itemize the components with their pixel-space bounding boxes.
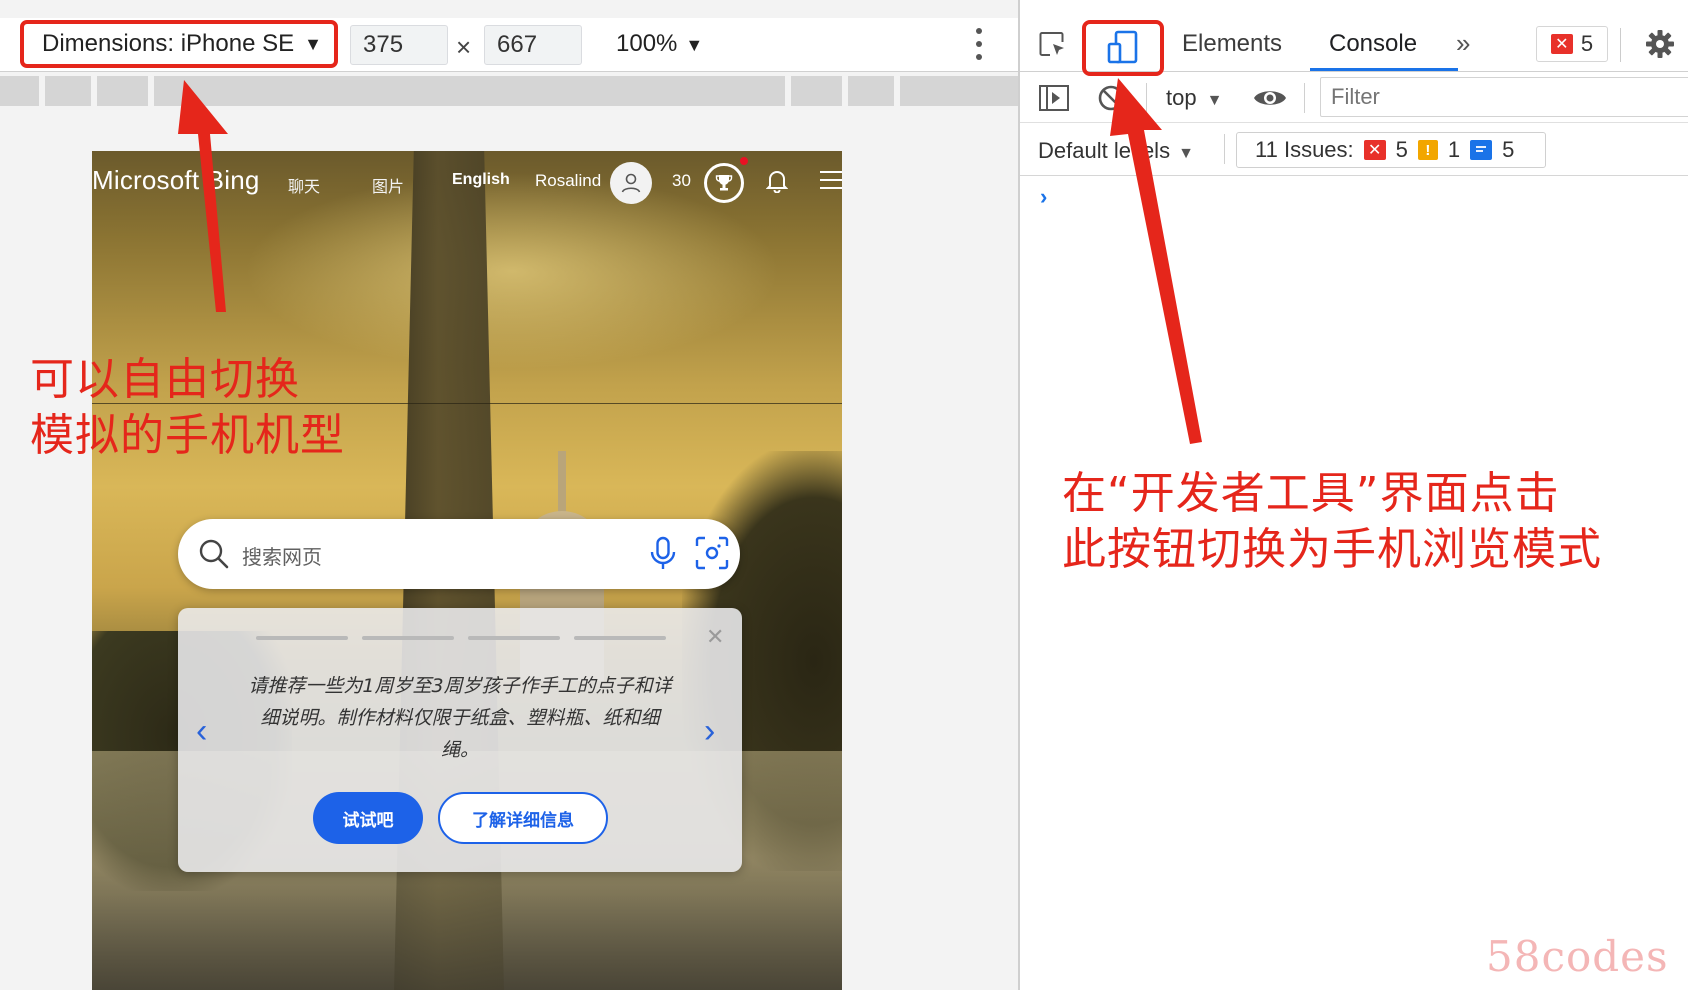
- console-toolbar: top ▼: [1020, 73, 1688, 123]
- bing-header: Microsoft Bing 聊天 图片 English Rosalind 30: [92, 151, 842, 207]
- device-toolbar-toggle[interactable]: [1082, 20, 1164, 76]
- device-dimensions-select[interactable]: Dimensions: iPhone SE ▼: [20, 20, 338, 68]
- media-query-ruler[interactable]: [0, 76, 1018, 106]
- error-count: 5: [1580, 31, 1594, 56]
- eye-icon[interactable]: [1252, 83, 1288, 118]
- avatar-icon[interactable]: [610, 162, 652, 204]
- warning-icon: !: [1417, 140, 1438, 160]
- annotation-right-line1: 在“开发者工具”界面点击: [1062, 468, 1560, 519]
- language-link[interactable]: English: [452, 171, 510, 189]
- more-options-icon[interactable]: [972, 28, 986, 60]
- issues-label: 11 Issues:: [1255, 137, 1354, 162]
- context-selector[interactable]: top ▼: [1166, 85, 1222, 111]
- rewards-points[interactable]: 30: [672, 171, 691, 191]
- bell-icon[interactable]: [765, 169, 789, 198]
- times-separator: ×: [456, 32, 472, 62]
- zoom-select[interactable]: 100% ▼: [616, 30, 703, 58]
- annotation-left-line1: 可以自由切换: [30, 354, 300, 405]
- sidebar-icon[interactable]: [1038, 83, 1070, 118]
- context-label: top: [1166, 85, 1197, 110]
- gear-icon[interactable]: [1644, 28, 1676, 65]
- issues-info-count: 5: [1502, 137, 1515, 162]
- chevron-down-icon: ▼: [685, 35, 704, 55]
- carousel-progress: [256, 636, 666, 640]
- inspect-element-icon[interactable]: [1038, 30, 1068, 65]
- log-levels-label: Default levels: [1038, 138, 1171, 163]
- chevron-left-icon[interactable]: ‹: [196, 712, 207, 751]
- filter-input[interactable]: [1320, 77, 1688, 117]
- tab-elements[interactable]: Elements: [1182, 30, 1282, 58]
- prompt-suggestion-card: ✕ ‹ 请推荐一些为1周岁至3周岁孩子作手工的点子和详细说明。制作材料仅限于纸盒…: [178, 608, 742, 872]
- bing-logo[interactable]: Microsoft Bing: [92, 165, 260, 196]
- search-icon: [198, 538, 230, 575]
- error-icon: ✕: [1550, 34, 1573, 54]
- device-dimensions-label: Dimensions: iPhone SE: [42, 30, 295, 57]
- prompt-text: 请推荐一些为1周岁至3周岁孩子作手工的点子和详细说明。制作材料仅限于纸盒、塑料瓶…: [248, 675, 672, 761]
- search-box[interactable]: 搜索网页: [178, 519, 740, 589]
- annotation-left: 可以自由切换 模拟的手机机型: [30, 352, 345, 464]
- console-prompt[interactable]: ›: [1040, 184, 1047, 210]
- close-icon[interactable]: ✕: [706, 624, 724, 650]
- annotation-right-line2: 此按钮切换为手机浏览模式: [1062, 524, 1602, 575]
- zoom-label: 100%: [616, 30, 678, 57]
- watermark: 58codes: [1486, 932, 1669, 981]
- viewport-width-input[interactable]: [350, 25, 448, 65]
- mic-icon[interactable]: [648, 535, 678, 578]
- search-placeholder: 搜索网页: [242, 547, 322, 569]
- nav-link-chat[interactable]: 聊天: [288, 173, 320, 197]
- console-levels-bar: Default levels ▼ 11 Issues: ✕ 5 ! 1 5: [1020, 124, 1688, 176]
- chevron-down-icon: ▼: [1178, 145, 1194, 162]
- emulation-toolbar: Dimensions: iPhone SE ▼ × 100% ▼: [0, 18, 1018, 72]
- device-emulation-pane: Dimensions: iPhone SE ▼ × 100% ▼ Microsof…: [0, 0, 1018, 990]
- try-it-button[interactable]: 试试吧: [313, 792, 423, 844]
- notification-dot: [740, 157, 748, 165]
- chevron-right-icon[interactable]: ›: [704, 712, 715, 751]
- nav-link-images[interactable]: 图片: [372, 173, 404, 197]
- error-icon: ✕: [1363, 140, 1386, 160]
- user-name[interactable]: Rosalind: [535, 171, 601, 191]
- learn-more-button[interactable]: 了解详细信息: [438, 792, 608, 844]
- viewport-height-input[interactable]: [484, 25, 582, 65]
- error-count-badge[interactable]: ✕ 5: [1536, 26, 1608, 62]
- devtools-tab-bar: Elements Console » ✕ 5: [1020, 18, 1688, 76]
- tab-console[interactable]: Console: [1329, 30, 1417, 58]
- trophy-icon[interactable]: [704, 163, 744, 203]
- info-icon: [1470, 140, 1493, 160]
- more-tabs-icon[interactable]: »: [1456, 28, 1470, 59]
- annotation-left-line2: 模拟的手机机型: [30, 410, 345, 461]
- device-toolbar-icon: [1107, 30, 1138, 64]
- issues-warning-count: 1: [1447, 137, 1461, 162]
- visual-search-icon[interactable]: [694, 535, 730, 576]
- hamburger-icon[interactable]: [820, 171, 842, 189]
- phone-viewport: Microsoft Bing 聊天 图片 English Rosalind 30…: [92, 151, 842, 990]
- log-levels-select[interactable]: Default levels ▼: [1038, 138, 1194, 164]
- annotation-right: 在“开发者工具”界面点击 此按钮切换为手机浏览模式: [1062, 466, 1602, 578]
- issues-button[interactable]: 11 Issues: ✕ 5 ! 1 5: [1236, 132, 1546, 168]
- active-tab-indicator: [1310, 68, 1458, 71]
- chevron-down-icon: ▼: [1206, 92, 1223, 109]
- chevron-down-icon: ▼: [304, 33, 322, 54]
- issues-error-count: 5: [1395, 137, 1408, 162]
- clear-console-icon[interactable]: [1096, 83, 1126, 118]
